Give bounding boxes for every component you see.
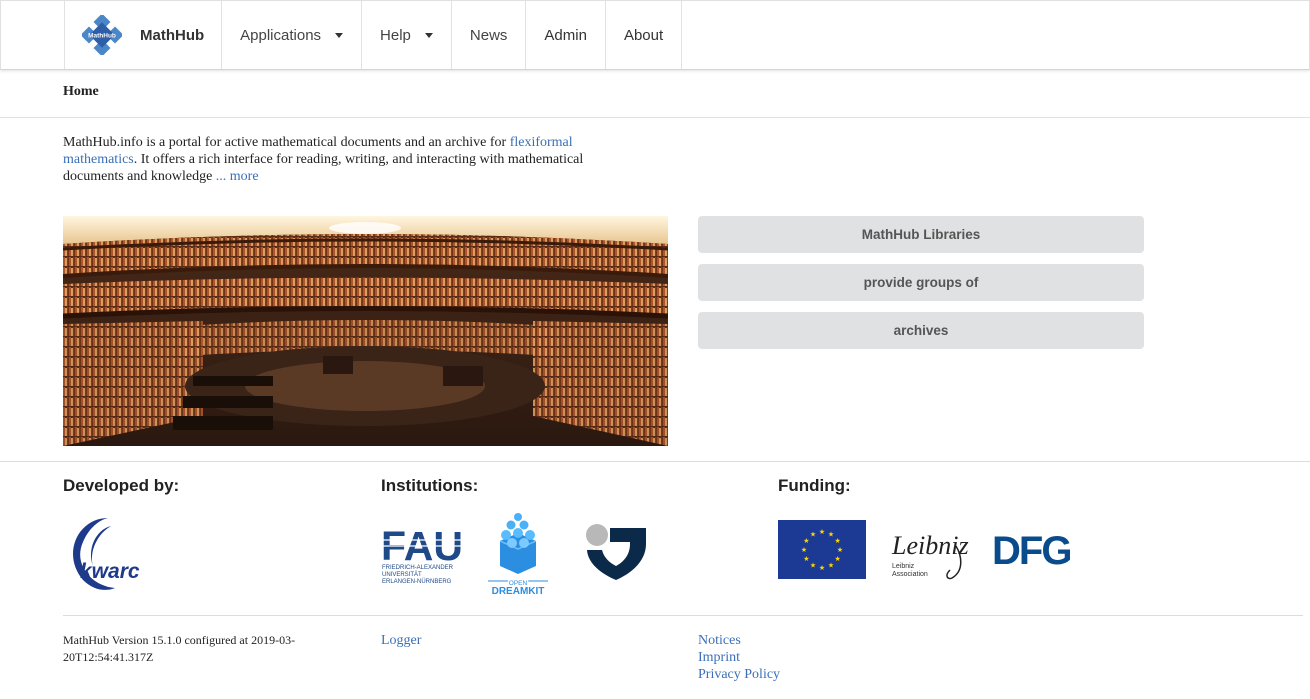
fau-sub-3: ERLANGEN-NÜRNBERG <box>382 578 452 585</box>
eu-star-icon: ★ <box>819 564 825 572</box>
nav-admin-label: Admin <box>544 26 587 44</box>
eu-star-icon: ★ <box>834 555 840 563</box>
imprint-link[interactable]: Imprint <box>698 649 740 666</box>
nav-about[interactable]: About <box>604 1 683 69</box>
nav-brand[interactable]: MathHub MathHub <box>64 1 221 69</box>
footer-bottom-divider <box>63 615 1303 616</box>
nav-about-label: About <box>623 26 664 44</box>
dfg-text: DFG <box>992 529 1070 570</box>
eu-star-icon: ★ <box>810 530 816 538</box>
developed-by-heading: Developed by: <box>63 476 180 495</box>
top-navbar: MathHub MathHub Applications Help News A… <box>0 0 1310 70</box>
nav-help-label: Help <box>380 26 411 44</box>
nav-menu: MathHub MathHub Applications Help News A… <box>64 1 683 69</box>
provide-groups-label: provide groups of <box>863 275 979 290</box>
mathhub-logo-icon: MathHub <box>80 13 124 57</box>
eu-star-icon: ★ <box>828 530 834 538</box>
eu-star-icon: ★ <box>819 528 825 536</box>
breadcrumb: Home <box>0 70 1310 118</box>
more-link[interactable]: ... more <box>216 169 259 184</box>
eu-star-icon: ★ <box>803 555 809 563</box>
version-info: MathHub Version 15.1.0 configured at 201… <box>63 633 296 664</box>
intro-text-2: . It offers a rich interface for reading… <box>63 152 584 184</box>
notices-link[interactable]: Notices <box>698 632 741 649</box>
footer-divider <box>0 461 1310 462</box>
odk-text-2: DREAMKIT <box>492 586 545 597</box>
privacy-policy-link[interactable]: Privacy Policy <box>698 666 780 683</box>
leibniz-association-logo[interactable]: Leibniz Leibniz Association <box>890 516 970 582</box>
eu-star-icon: ★ <box>837 546 843 554</box>
mathhub-libraries-button[interactable]: MathHub Libraries <box>698 216 1144 253</box>
nav-news[interactable]: News <box>450 1 526 69</box>
library-hero-image <box>63 216 668 446</box>
brand-label: MathHub <box>140 26 205 44</box>
eu-flag-logo[interactable]: ★ ★ ★ ★ ★ ★ ★ ★ ★ ★ ★ ★ <box>778 520 866 579</box>
archives-label: archives <box>893 323 949 338</box>
nav-news-label: News <box>469 26 508 44</box>
eu-star-icon: ★ <box>801 546 807 554</box>
kwarc-text: kwarc <box>80 560 140 583</box>
dfg-logo[interactable]: DFG <box>992 528 1084 573</box>
eu-star-icon: ★ <box>803 537 809 545</box>
eu-star-icon: ★ <box>810 562 816 570</box>
intro-paragraph: MathHub.info is a portal for active math… <box>63 134 623 185</box>
mathhub-libraries-label: MathHub Libraries <box>861 227 981 242</box>
nav-applications[interactable]: Applications <box>221 1 361 69</box>
fau-sub-2: UNIVERSITÄT <box>382 571 422 578</box>
logger-link[interactable]: Logger <box>381 632 421 649</box>
fau-logo[interactable]: FAU FRIEDRICH-ALEXANDER UNIVERSITÄT ERLA… <box>381 522 466 588</box>
provide-groups-button[interactable]: provide groups of <box>698 264 1144 301</box>
kwarc-logo[interactable]: kwarc <box>63 514 153 594</box>
nav-admin[interactable]: Admin <box>525 1 605 69</box>
jacobs-university-logo[interactable] <box>584 522 648 582</box>
intro-text-1: MathHub.info is a portal for active math… <box>63 135 510 150</box>
archives-button[interactable]: archives <box>698 312 1144 349</box>
nav-help[interactable]: Help <box>361 1 451 69</box>
eu-star-icon: ★ <box>834 537 840 545</box>
leibniz-sub-2: Association <box>892 571 928 578</box>
opendreamkit-logo[interactable]: OPEN DREAMKIT <box>486 511 550 599</box>
eu-star-icon: ★ <box>828 562 834 570</box>
nav-applications-label: Applications <box>240 26 322 44</box>
logo-text: MathHub <box>88 33 116 40</box>
leibniz-sub-1: Leibniz <box>892 563 915 570</box>
leibniz-signature: Leibniz <box>891 531 969 560</box>
caret-down-icon <box>335 32 344 38</box>
funding-heading: Funding: <box>778 476 851 495</box>
breadcrumb-home: Home <box>63 84 99 99</box>
fau-sub-1: FRIEDRICH-ALEXANDER <box>382 565 454 571</box>
caret-down-icon <box>424 32 433 38</box>
institutions-heading: Institutions: <box>381 476 479 495</box>
